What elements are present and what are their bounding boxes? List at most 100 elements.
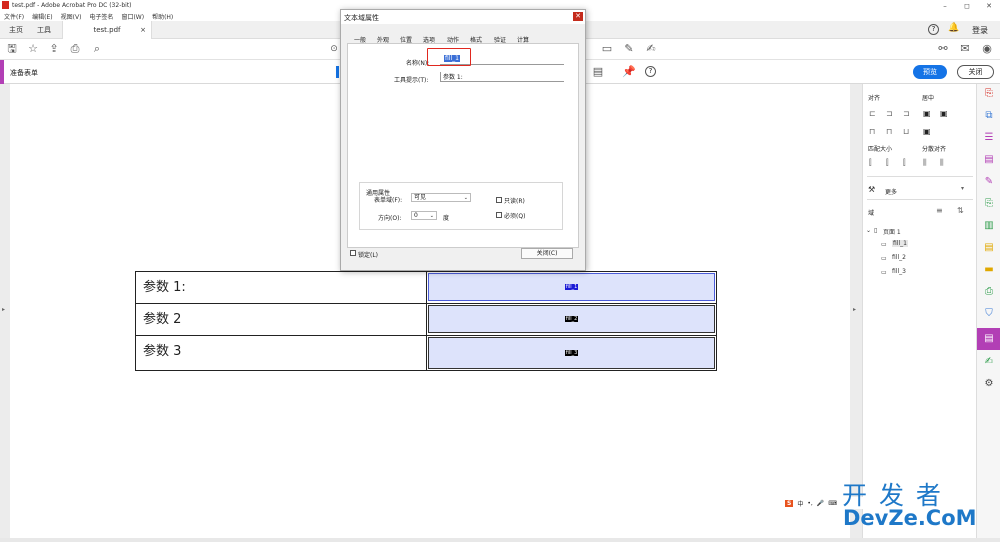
share-link-icon[interactable]: ⚯ — [936, 42, 950, 56]
prepare-form-tool-active[interactable]: ▤ — [977, 328, 1000, 350]
tab-home[interactable]: 主页 — [2, 21, 30, 39]
tree-page-label[interactable]: 页面 1 — [883, 227, 901, 236]
prepare-form-icon: ▤ — [984, 333, 994, 344]
text-field-fill-2[interactable]: fill_2 — [428, 305, 715, 333]
right-panel-toggle-icon[interactable]: ▸ — [853, 306, 856, 313]
sign-icon[interactable]: ✍ — [644, 42, 658, 56]
protect-icon[interactable]: ⛉ — [983, 308, 995, 320]
stamp-icon[interactable]: ▬ — [983, 264, 995, 276]
tooltip-input[interactable]: 参数 1: — [440, 72, 564, 82]
menu-view[interactable]: 视图(V) — [61, 12, 82, 21]
keyboard-icon[interactable]: ⌨ — [828, 500, 837, 507]
visibility-value: 可见 — [414, 194, 427, 201]
text-field-fill-1[interactable]: fill_1 — [428, 273, 715, 301]
pen-icon[interactable]: ✎ — [622, 42, 636, 56]
param-label: 参数 3 — [135, 335, 427, 371]
account-icon[interactable]: ◉ — [980, 42, 994, 56]
print-production-icon[interactable]: ⎙ — [983, 286, 995, 298]
tab-document[interactable]: test.pdf × — [62, 21, 152, 39]
print-icon[interactable]: ⎙ — [68, 42, 82, 56]
align-right-icon[interactable]: ⊐ — [903, 109, 910, 118]
ime-mode[interactable]: 中 — [797, 499, 803, 508]
scan-icon[interactable]: ▥ — [983, 220, 995, 232]
align-center-icon[interactable]: ⊐ — [886, 109, 893, 118]
form-help-icon[interactable]: ? — [645, 66, 656, 77]
punctuation-icon[interactable]: •, — [807, 500, 812, 507]
comment-tool-icon[interactable]: ▤ — [983, 242, 995, 254]
match-both-icon[interactable]: ⫿ — [903, 158, 906, 168]
ime-logo-icon[interactable]: S — [785, 499, 794, 507]
menu-esign[interactable]: 电子签名 — [89, 12, 113, 21]
mail-icon[interactable]: ✉ — [958, 42, 972, 56]
divider-marker — [336, 66, 339, 78]
sort-icon[interactable]: ≡ — [936, 206, 943, 215]
visibility-select[interactable]: 可见 ⌄ — [411, 193, 471, 202]
tab-tools[interactable]: 工具 — [30, 21, 58, 39]
preview-button[interactable]: 预览 — [913, 65, 947, 79]
upload-icon[interactable]: ⇪ — [47, 42, 61, 56]
name-label: 名称(N): — [406, 60, 430, 67]
align-middle-icon[interactable]: ⊓ — [886, 127, 892, 136]
tree-item-fill-3[interactable]: fill_3 — [892, 268, 906, 275]
tools-icon[interactable]: ⚒ — [868, 185, 875, 194]
prepare-form-title: 准备表单 — [10, 69, 38, 77]
sign-tool-icon[interactable]: ✍ — [983, 356, 995, 368]
dialog-close-button[interactable]: 关闭(C) — [521, 248, 573, 259]
save-icon[interactable]: 🖫 — [5, 42, 19, 56]
field-layout-icon[interactable]: ▤ — [591, 65, 605, 79]
dialog-close-icon[interactable]: ✕ — [573, 12, 583, 21]
left-panel-toggle-icon[interactable]: ▸ — [2, 306, 5, 313]
close-form-button[interactable]: 关闭 — [957, 65, 994, 79]
center-vertical-icon[interactable]: ▣ — [940, 109, 948, 118]
edit-pdf-icon[interactable]: ▤ — [983, 154, 995, 166]
tooltip-label: 工具提示(T): — [394, 77, 429, 84]
menu-help[interactable]: 帮助(H) — [152, 12, 173, 21]
export-icon[interactable]: ⎘ — [983, 198, 995, 210]
tree-item-fill-1[interactable]: fill_1 — [892, 240, 908, 247]
match-height-icon[interactable]: ⫿ — [886, 158, 889, 168]
customize-tools-icon[interactable]: ⚙ — [983, 378, 995, 390]
tree-item-fill-2[interactable]: fill_2 — [892, 254, 906, 261]
locked-checkbox[interactable] — [350, 250, 356, 256]
center-horizontal-icon[interactable]: ▣ — [923, 109, 931, 118]
help-icon[interactable]: ? — [928, 24, 939, 35]
up-arrow-icon[interactable]: ⊙ — [327, 42, 341, 56]
zoom-search-icon[interactable]: ⌕ — [90, 42, 104, 56]
microphone-icon[interactable]: 🎤 — [817, 500, 824, 507]
bell-icon[interactable]: 🔔 — [948, 23, 959, 33]
tab-close-icon[interactable]: × — [140, 21, 146, 39]
match-width-icon[interactable]: ⫿ — [869, 158, 872, 168]
organize-icon[interactable]: ☰ — [983, 132, 995, 144]
create-pdf-icon[interactable]: ⎘ — [983, 88, 995, 100]
fill-sign-icon[interactable]: ✎ — [983, 176, 995, 188]
pin-icon[interactable]: 📌 — [622, 65, 636, 79]
comment-icon[interactable]: ▭ — [600, 42, 614, 56]
required-label: 必须(Q) — [504, 213, 526, 220]
required-checkbox[interactable] — [496, 212, 502, 218]
distribute-vertical-icon[interactable]: ⫼ — [940, 158, 944, 168]
align-top-icon[interactable]: ⊓ — [869, 127, 875, 136]
menu-window[interactable]: 窗口(W) — [121, 12, 144, 21]
menu-edit[interactable]: 编辑(E) — [32, 12, 52, 21]
tab-document-label: test.pdf — [93, 26, 121, 34]
text-field-fill-3[interactable]: fill_3 — [428, 337, 715, 369]
maximize-icon[interactable]: ◻ — [956, 2, 978, 10]
close-icon[interactable]: ✕ — [978, 2, 1000, 10]
tree-expand-icon[interactable]: ⌄ — [866, 227, 871, 234]
sort-order-icon[interactable]: ⇅ — [957, 206, 964, 215]
menu-file[interactable]: 文件(F) — [4, 12, 24, 21]
more-link[interactable]: 更多 — [885, 187, 897, 196]
minimize-icon[interactable]: – — [934, 2, 956, 10]
orientation-select[interactable]: 0 ⌄ — [411, 211, 437, 220]
star-icon[interactable]: ☆ — [26, 42, 40, 56]
combine-icon[interactable]: ⧉ — [983, 110, 995, 122]
readonly-checkbox[interactable] — [496, 197, 502, 203]
login-link[interactable]: 登录 — [972, 25, 988, 36]
distribute-horizontal-icon[interactable]: ⫼ — [923, 158, 927, 168]
center-both-icon[interactable]: ▣ — [923, 127, 931, 136]
center-label: 居中 — [922, 95, 935, 102]
chevron-down-icon: ⌄ — [429, 213, 434, 219]
align-bottom-icon[interactable]: ⊔ — [903, 127, 909, 136]
more-dropdown-icon[interactable]: ▾ — [961, 185, 964, 192]
align-left-icon[interactable]: ⊏ — [869, 109, 876, 118]
